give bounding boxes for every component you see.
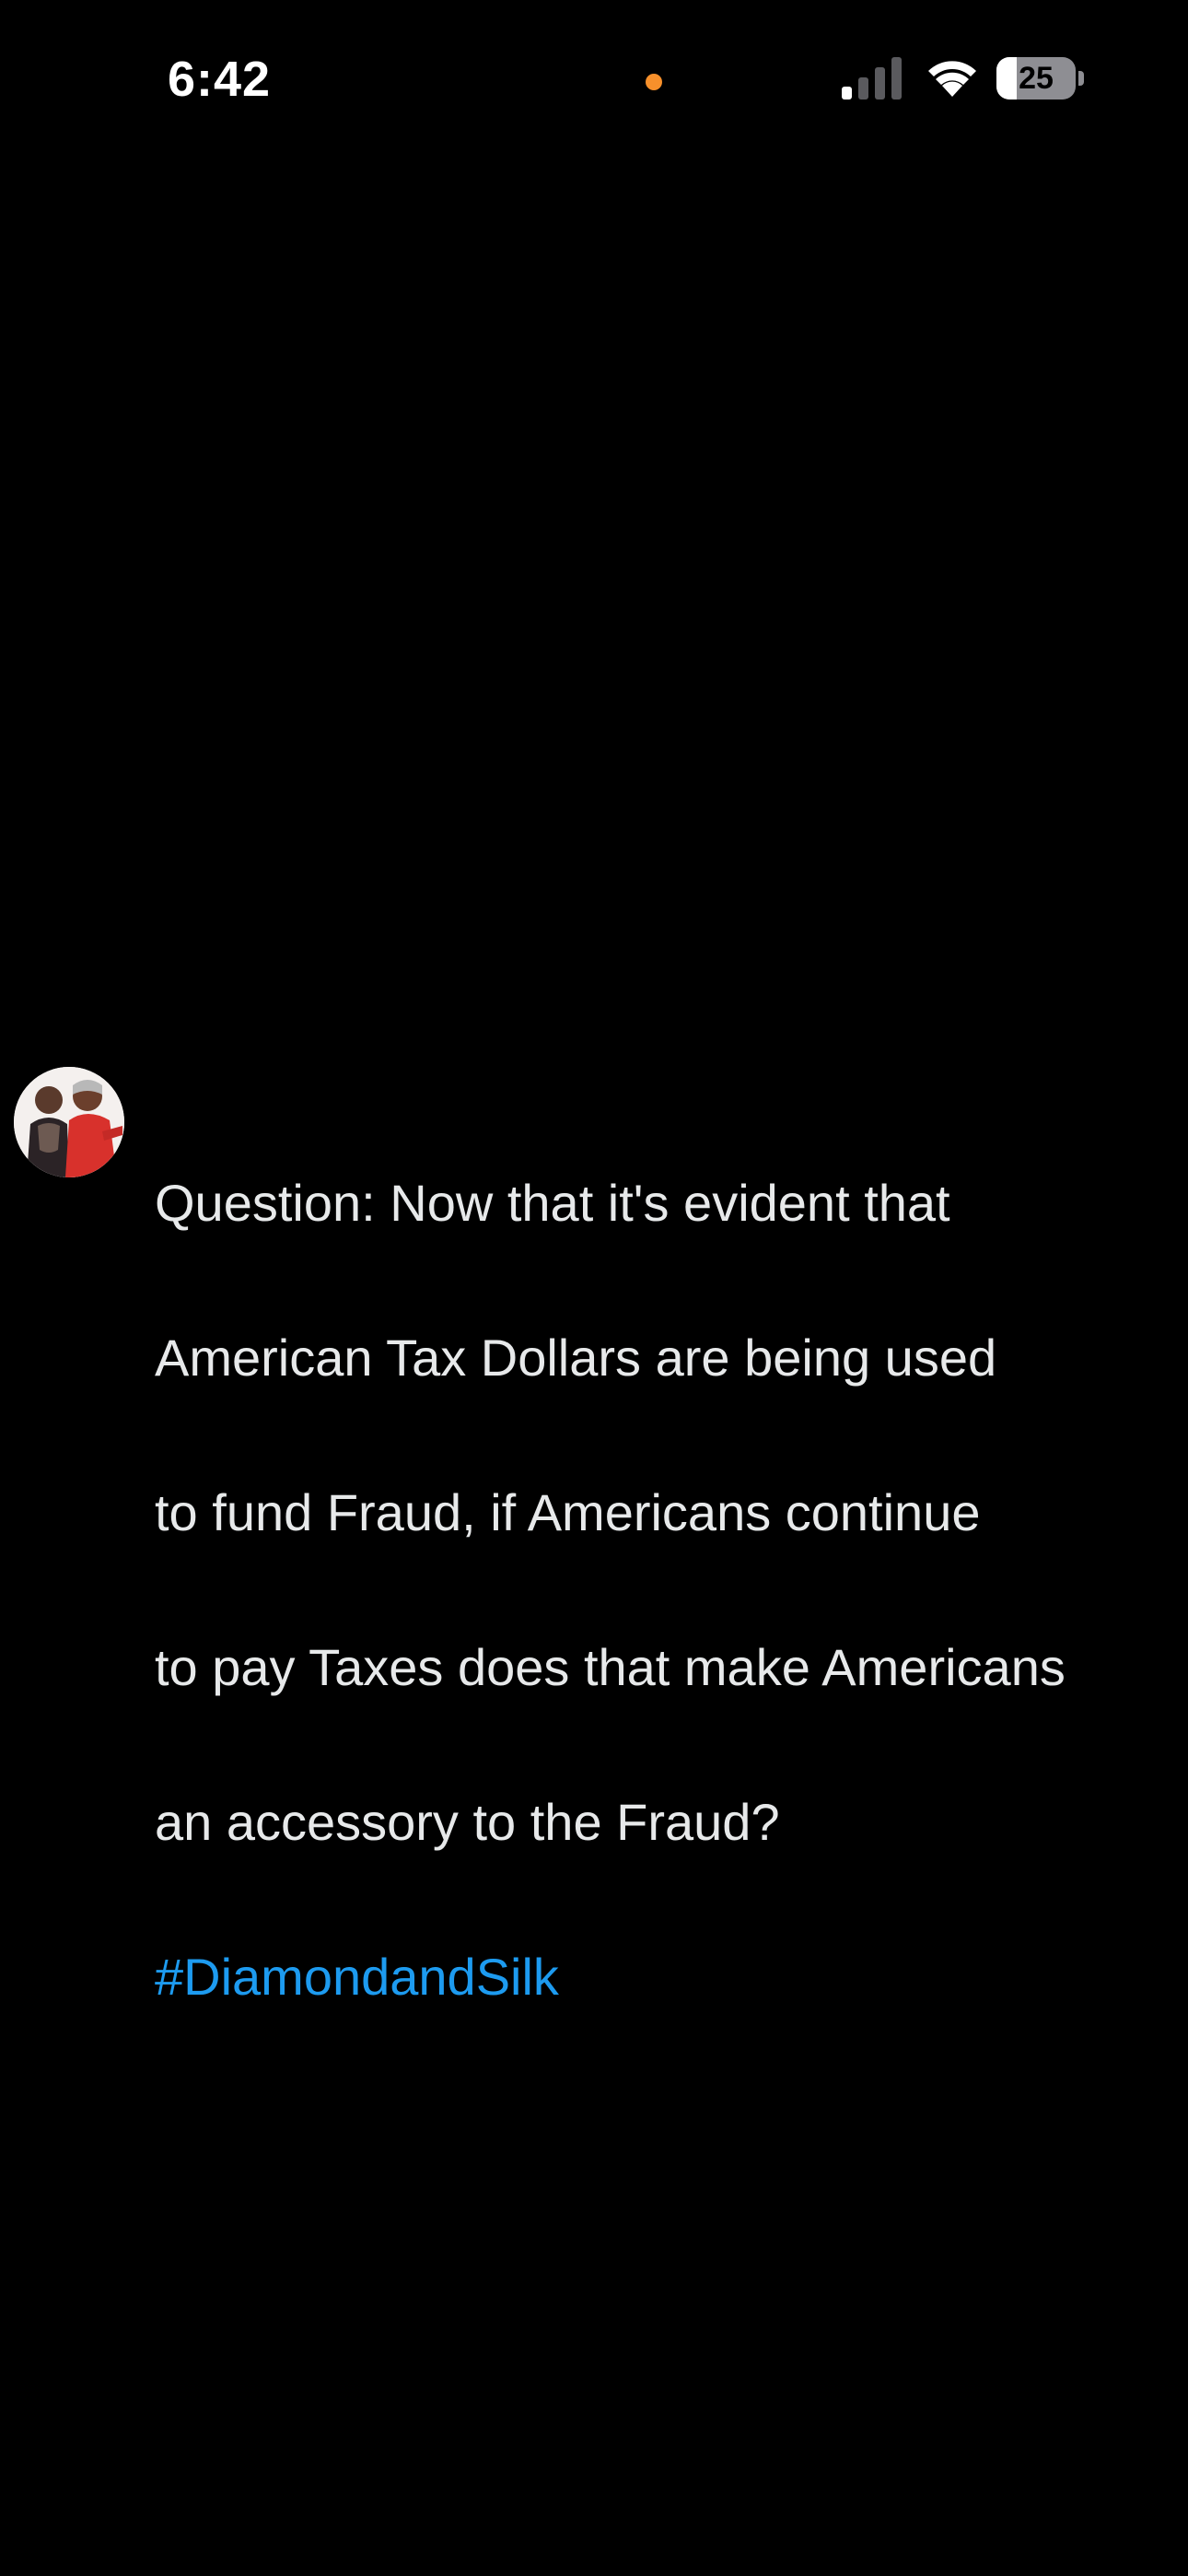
- battery-cap: [1078, 71, 1084, 86]
- profile-avatar[interactable]: [14, 1067, 124, 1177]
- post-text-line: to pay Taxes does that make Americans: [155, 1638, 1066, 1696]
- battery-body: 25: [996, 57, 1076, 100]
- avatar-image: [14, 1067, 124, 1177]
- wifi-icon: [928, 61, 976, 97]
- cellular-signal-icon: [842, 57, 902, 100]
- signal-bar: [875, 67, 885, 100]
- signal-bar: [891, 57, 902, 100]
- post: Question: Now that it's evident that Ame…: [0, 1060, 1188, 2006]
- signal-bar: [842, 87, 852, 100]
- battery-indicator: 25: [996, 57, 1085, 100]
- status-time: 6:42: [168, 52, 272, 107]
- status-bar: 6:42 25: [0, 0, 1188, 157]
- battery-level-text: 25: [1019, 61, 1054, 96]
- privacy-indicator-dot: [646, 74, 662, 90]
- post-text-line: an accessory to the Fraud?: [155, 1793, 780, 1851]
- post-text: Question: Now that it's evident that Ame…: [155, 1087, 1177, 2093]
- signal-bar: [858, 77, 868, 100]
- hashtag-link[interactable]: #DiamondandSilk: [155, 1938, 1177, 2016]
- post-text-line: to fund Fraud, if Americans continue: [155, 1483, 981, 1541]
- post-text-line: Question: Now that it's evident that: [155, 1174, 950, 1232]
- post-text-line: American Tax Dollars are being used: [155, 1329, 997, 1387]
